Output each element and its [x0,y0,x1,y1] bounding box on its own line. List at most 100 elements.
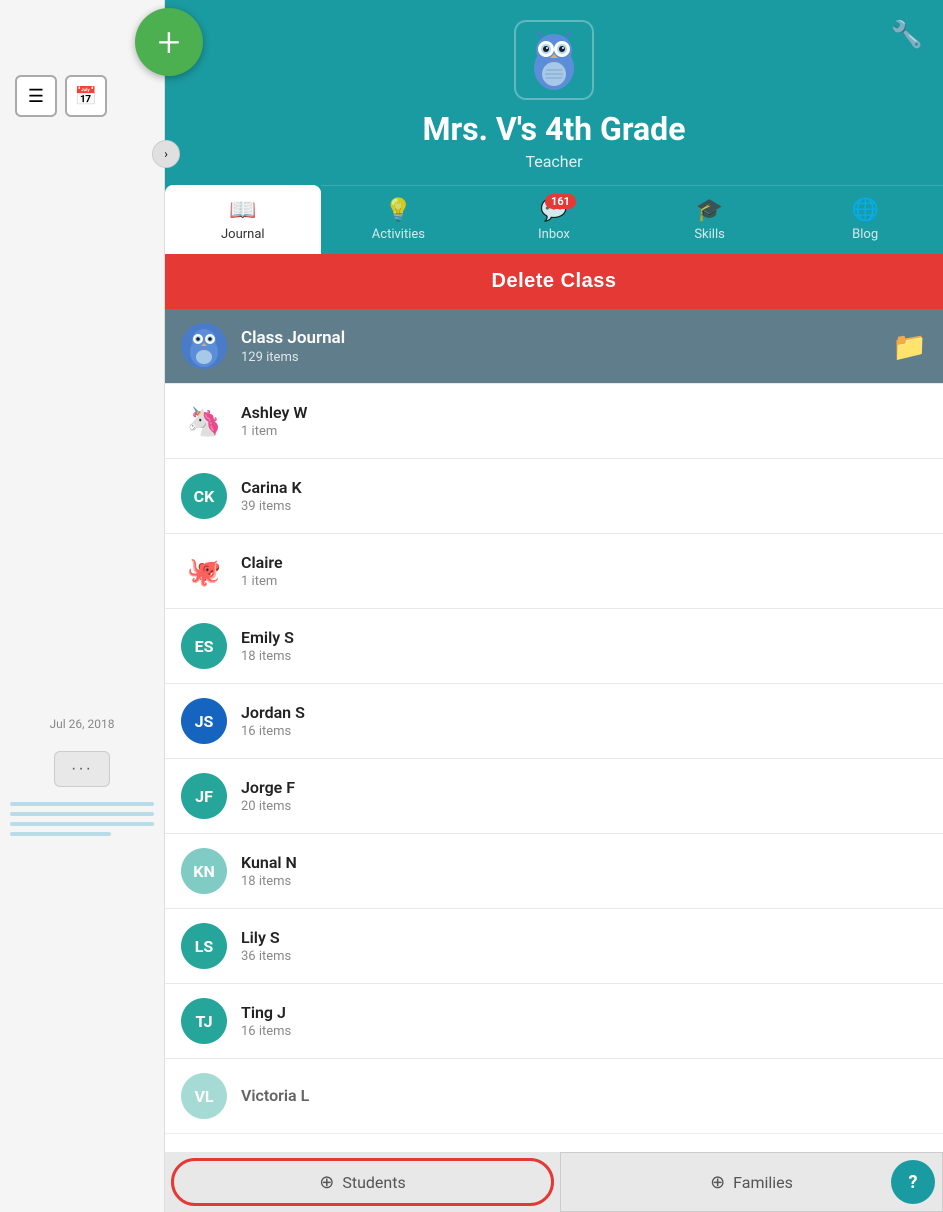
app-logo [514,20,594,100]
list-item[interactable]: TJ Ting J 16 items [165,984,943,1059]
avatar: ES [181,623,227,669]
bottom-navigation: ⊕ Students ⊕ Families ? [165,1152,943,1212]
item-name: Jordan S [241,703,927,722]
class-header: 🔧 Mrs. V's 4th Grade Teacher [165,0,943,185]
item-count: 36 items [241,949,927,964]
tab-skills-label: Skills [694,227,725,242]
item-count: 129 items [241,350,892,365]
avatar: JS [181,698,227,744]
tab-activities[interactable]: 💡 Activities [321,185,477,254]
item-count: 18 items [241,874,927,889]
inbox-badge: 161 [545,194,576,209]
tab-journal-label: Journal [221,227,265,242]
item-name: Ting J [241,1003,927,1022]
list-item[interactable]: JF Jorge F 20 items [165,759,943,834]
item-info: Jordan S 16 items [241,703,927,739]
item-info: Claire 1 item [241,553,927,589]
families-tab-label: Families [733,1173,793,1192]
tab-blog-label: Blog [852,227,878,242]
students-plus-icon: ⊕ [319,1172,334,1193]
item-name: Emily S [241,628,927,647]
main-content: 🔧 Mrs. V's 4th Grade Teacher 📖 Journal 💡… [165,0,943,1212]
avatar [181,323,227,369]
item-count: 1 item [241,424,927,439]
sidebar-more-area: ··· [0,751,164,787]
tab-journal[interactable]: 📖 Journal [165,185,321,254]
journal-icon: 📖 [229,198,256,223]
tab-skills[interactable]: 🎓 Skills [632,185,788,254]
collapse-button[interactable]: › [152,140,180,168]
tab-inbox[interactable]: 161 💬 Inbox [476,185,632,254]
item-name: Class Journal [241,328,892,348]
folder-icon: 📁 [892,330,927,363]
delete-class-button[interactable]: Delete Class [165,254,943,309]
avatar: LS [181,923,227,969]
item-name: Jorge F [241,778,927,797]
help-button[interactable]: ? [891,1160,935,1204]
list-item[interactable]: 🦄 Ashley W 1 item [165,384,943,459]
avatar: TJ [181,998,227,1044]
list-item[interactable]: KN Kunal N 18 items [165,834,943,909]
avatar: JF [181,773,227,819]
sidebar-date: Jul 26, 2018 [0,707,164,741]
students-tab[interactable]: ⊕ Students [171,1158,554,1206]
avatar: KN [181,848,227,894]
item-info: Jorge F 20 items [241,778,927,814]
item-name: Ashley W [241,403,927,422]
calendar-button[interactable]: 📅 [65,75,107,117]
skills-icon: 🎓 [696,198,723,223]
list-item[interactable]: LS Lily S 36 items [165,909,943,984]
item-name: Victoria L [241,1086,927,1105]
sidebar-line [10,832,111,836]
item-info: Lily S 36 items [241,928,927,964]
list-item[interactable]: JS Jordan S 16 items [165,684,943,759]
blog-icon: 🌐 [851,198,878,223]
item-name: Carina K [241,478,927,497]
tab-blog[interactable]: 🌐 Blog [787,185,943,254]
item-info: Emily S 18 items [241,628,927,664]
list-item[interactable]: CK Carina K 39 items [165,459,943,534]
list-item[interactable]: VL Victoria L [165,1059,943,1134]
avatar: 🦄 [181,398,227,444]
item-name: Claire [241,553,927,572]
avatar: 🐙 [181,548,227,594]
avatar: CK [181,473,227,519]
sidebar: ☰ 📅 › Jul 26, 2018 ··· [0,0,165,1212]
item-info: Victoria L [241,1086,927,1107]
avatar: VL [181,1073,227,1119]
item-info: Ashley W 1 item [241,403,927,439]
sidebar-lines [10,802,154,836]
navigation-tabs: 📖 Journal 💡 Activities 161 💬 Inbox 🎓 Ski… [165,185,943,254]
item-info: Carina K 39 items [241,478,927,514]
tab-inbox-label: Inbox [538,227,570,242]
item-count: 16 items [241,1024,927,1039]
list-item[interactable]: 🐙 Claire 1 item [165,534,943,609]
families-plus-icon: ⊕ [710,1172,725,1193]
sidebar-top-controls: ☰ 📅 [0,0,164,127]
more-button[interactable]: ··· [54,751,110,787]
item-info: Ting J 16 items [241,1003,927,1039]
item-count: 16 items [241,724,927,739]
list-item[interactable]: Class Journal 129 items 📁 [165,309,943,384]
sidebar-line [10,812,154,816]
item-count: 39 items [241,499,927,514]
list-item[interactable]: ES Emily S 18 items [165,609,943,684]
activities-icon: 💡 [385,198,412,223]
item-info: Class Journal 129 items [241,328,892,365]
menu-button[interactable]: ☰ [15,75,57,117]
students-tab-label: Students [342,1173,405,1192]
tab-activities-label: Activities [372,227,425,242]
families-tab[interactable]: ⊕ Families [560,1152,943,1212]
class-subtitle: Teacher [185,152,923,185]
item-count: 20 items [241,799,927,814]
item-count: 1 item [241,574,927,589]
journal-list: Class Journal 129 items 📁 🦄 Ashley W 1 i… [165,309,943,1201]
item-count: 18 items [241,649,927,664]
add-button[interactable]: + [135,8,203,76]
sidebar-line [10,802,154,806]
item-name: Lily S [241,928,927,947]
sidebar-line [10,822,154,826]
item-info: Kunal N 18 items [241,853,927,889]
item-name: Kunal N [241,853,927,872]
settings-icon[interactable]: 🔧 [891,20,923,50]
